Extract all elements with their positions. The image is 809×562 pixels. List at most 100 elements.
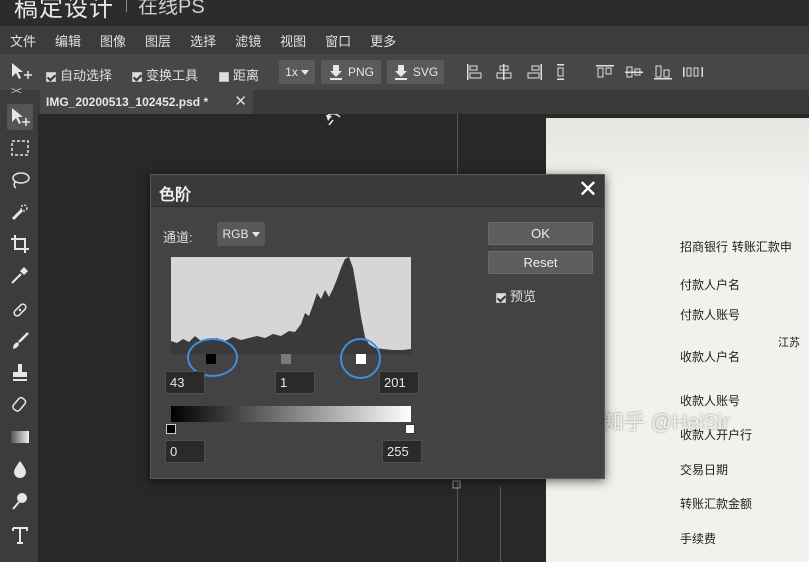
dodge-tool[interactable] <box>7 488 33 514</box>
rotate-cursor-icon <box>326 114 341 126</box>
blur-tool[interactable] <box>7 456 33 482</box>
close-icon[interactable]: ✕ <box>578 177 598 203</box>
doc-line-fee: 手续费 <box>680 532 717 546</box>
title-separator <box>126 0 127 12</box>
align-center-icon[interactable] <box>495 64 513 80</box>
bandage-icon <box>13 303 27 317</box>
options-bar: 自动选择 变换工具 距离 1x PNG SVG <box>0 54 809 90</box>
lasso-tool[interactable] <box>7 167 33 193</box>
channel-value: RGB <box>222 227 249 241</box>
transform-label: 变换工具 <box>146 68 199 83</box>
brush-tool[interactable] <box>7 328 33 354</box>
document-tab[interactable]: IMG_20200513_102452.psd * ✕ <box>40 90 253 114</box>
gradient-icon <box>11 431 29 443</box>
move-tool-icon[interactable] <box>10 62 34 85</box>
input-gamma-slider[interactable] <box>281 354 291 364</box>
input-white-field[interactable]: 201 <box>379 371 419 394</box>
move-tool[interactable] <box>7 104 33 130</box>
move-arrow-icon <box>12 108 30 126</box>
app-brand: 稿定设计 <box>14 0 114 22</box>
menu-select[interactable]: 选择 <box>190 31 216 50</box>
distance-checkbox[interactable] <box>219 71 229 82</box>
preview-checkbox[interactable] <box>496 292 506 303</box>
quick-select-icon <box>11 204 28 221</box>
export-svg-button[interactable]: SVG <box>387 60 444 84</box>
doc-line-payer-account: 付款人账号 <box>680 308 741 322</box>
zoom-value: 1x <box>285 65 298 79</box>
distribute-horizontal-icon[interactable] <box>554 64 572 80</box>
preview-option[interactable]: 预览 <box>496 286 536 305</box>
guide-handle-icon[interactable] <box>452 480 462 490</box>
guide-line <box>500 486 501 562</box>
menu-more[interactable]: 更多 <box>370 31 396 50</box>
menu-file[interactable]: 文件 <box>10 31 36 50</box>
quick-select-tool[interactable] <box>7 199 33 225</box>
auto-select-checkbox[interactable] <box>46 71 56 82</box>
auto-select-option[interactable]: 自动选择 <box>46 65 112 84</box>
close-tab-icon[interactable]: ✕ <box>234 92 247 110</box>
menu-edit[interactable]: 编辑 <box>55 31 81 50</box>
marquee-tool[interactable] <box>7 135 33 161</box>
align-middle-icon[interactable] <box>625 64 643 80</box>
doc-line-date: 交易日期 <box>680 463 729 477</box>
levels-dialog: 色阶 ✕ 通道: RGB 43 1 201 0 255 OK Reset 预览 <box>150 174 605 479</box>
output-black-slider[interactable] <box>166 424 176 434</box>
healing-brush-tool[interactable] <box>7 297 33 323</box>
chevron-down-icon <box>300 69 309 75</box>
eraser-icon <box>12 396 27 412</box>
align-top-icon[interactable] <box>596 64 614 80</box>
export-png-button[interactable]: PNG <box>321 60 381 84</box>
channel-select[interactable]: RGB <box>217 222 265 246</box>
doc-line-payee-value: 江苏 <box>778 336 800 349</box>
menu-image[interactable]: 图像 <box>100 31 126 50</box>
transform-option[interactable]: 变换工具 <box>132 65 198 84</box>
distribute-vertical-icon[interactable] <box>682 64 704 80</box>
crop-tool[interactable] <box>7 231 33 257</box>
align-bottom-icon[interactable] <box>654 64 672 80</box>
dialog-title: 色阶 <box>159 187 192 204</box>
align-left-icon[interactable] <box>466 64 484 80</box>
output-gradient <box>171 406 411 422</box>
stamp-icon <box>13 364 27 381</box>
doc-line-amount: 转账汇款金额 <box>680 497 753 511</box>
zoom-select[interactable]: 1x <box>279 60 315 84</box>
dodge-icon <box>12 493 27 510</box>
brush-icon <box>13 332 29 349</box>
output-black-field[interactable]: 0 <box>165 440 205 463</box>
menu-filter[interactable]: 滤镜 <box>235 31 261 50</box>
doc-line-payer-name: 付款人户名 <box>680 278 741 292</box>
doc-line-payee-name: 收款人户名 <box>680 350 741 364</box>
ok-button[interactable]: OK <box>488 222 593 245</box>
output-white-field[interactable]: 255 <box>382 440 422 463</box>
input-black-field[interactable]: 43 <box>165 371 205 394</box>
document-tab-name: IMG_20200513_102452.psd * <box>46 95 209 109</box>
dialog-header[interactable]: 色阶 ✕ <box>151 175 604 207</box>
watermark: 知乎 @HeiSir <box>603 411 730 434</box>
input-gamma-field[interactable]: 1 <box>275 371 315 394</box>
menu-bar: 文件 编辑 图像 图层 选择 滤镜 视图 窗口 更多 <box>0 26 809 54</box>
distance-option[interactable]: 距离 <box>219 65 259 84</box>
document-tab-bar: IMG_20200513_102452.psd * ✕ <box>38 90 809 114</box>
eraser-tool[interactable] <box>7 392 33 418</box>
clone-stamp-tool[interactable] <box>7 360 33 386</box>
menu-window[interactable]: 窗口 <box>325 31 351 50</box>
menu-view[interactable]: 视图 <box>280 31 306 50</box>
export-png-label: PNG <box>347 65 374 79</box>
doc-line-bank: 招商银行 转账汇款申 <box>680 240 792 254</box>
output-white-slider[interactable] <box>405 424 415 434</box>
distance-label: 距离 <box>233 68 260 83</box>
eyedropper-icon <box>11 267 28 284</box>
align-right-icon[interactable] <box>525 64 543 80</box>
menu-layer[interactable]: 图层 <box>145 31 171 50</box>
transform-checkbox[interactable] <box>132 71 142 82</box>
export-svg-label: SVG <box>412 65 439 79</box>
reset-button[interactable]: Reset <box>488 251 593 274</box>
app-title-bar: 稿定设计 在线PS <box>0 0 809 26</box>
channel-label: 通道: <box>163 230 193 245</box>
app-subtitle: 在线PS <box>138 0 205 18</box>
type-tool[interactable] <box>7 522 33 548</box>
eyedropper-tool[interactable] <box>7 262 33 288</box>
auto-select-label: 自动选择 <box>60 68 113 83</box>
collapse-toolbar-icon[interactable]: >< <box>11 86 22 97</box>
gradient-tool[interactable] <box>7 424 33 450</box>
